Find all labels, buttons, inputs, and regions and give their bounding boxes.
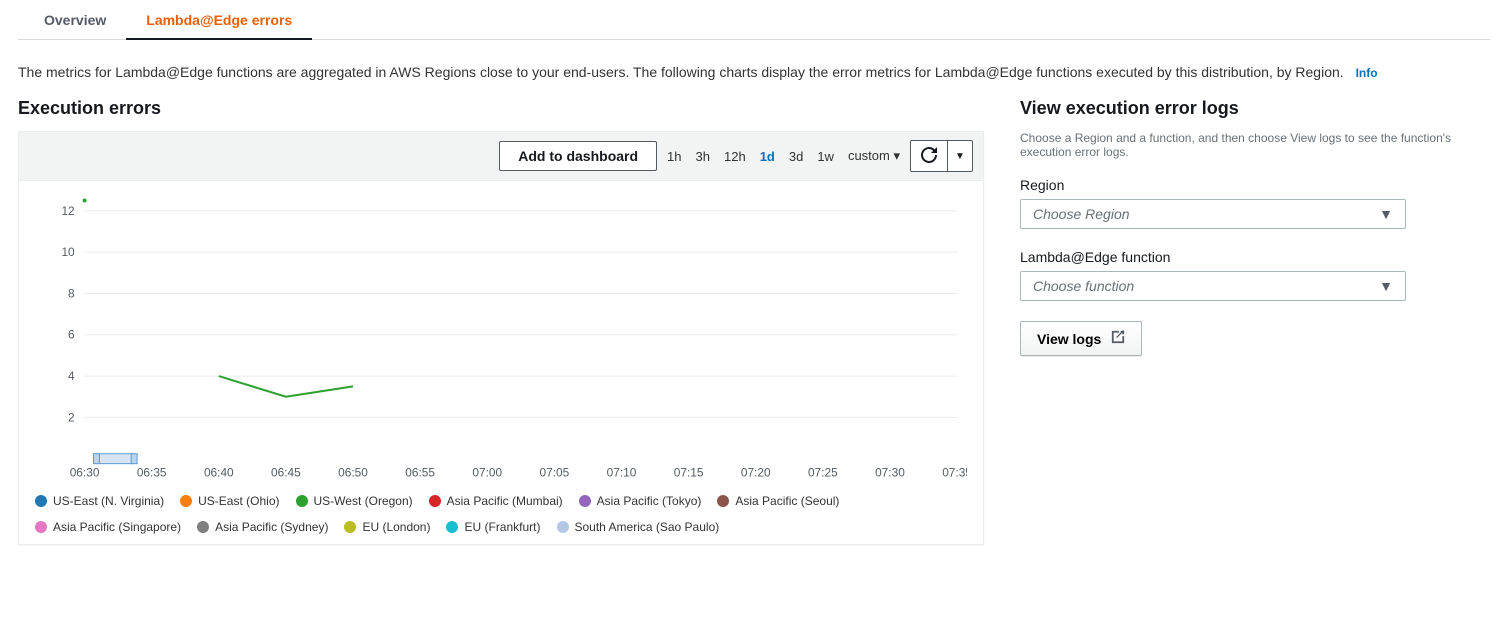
refresh-button[interactable] — [910, 140, 948, 172]
svg-text:4: 4 — [68, 369, 75, 383]
chart-legend: US-East (N. Virginia) US-East (Ohio) US-We… — [35, 494, 967, 534]
svg-text:07:25: 07:25 — [808, 466, 838, 480]
svg-text:8: 8 — [68, 286, 75, 300]
svg-text:06:45: 06:45 — [271, 466, 301, 480]
legend-label: EU (Frankfurt) — [464, 520, 540, 534]
legend-item[interactable]: US-West (Oregon) — [296, 494, 413, 508]
legend-label: US-East (N. Virginia) — [53, 494, 164, 508]
execution-errors-chart: 2 4 6 8 10 12 06:30 06:35 06:40 06:45 06:50 06:55 07… — [35, 191, 967, 488]
legend-label: South America (Sao Paulo) — [575, 520, 720, 534]
legend-item[interactable]: US-East (N. Virginia) — [35, 494, 164, 508]
legend-item[interactable]: US-East (Ohio) — [180, 494, 279, 508]
time-range-1h[interactable]: 1h — [667, 149, 681, 164]
time-range-1w[interactable]: 1w — [817, 149, 834, 164]
svg-text:07:15: 07:15 — [674, 466, 704, 480]
logs-title: View execution error logs — [1020, 98, 1490, 119]
svg-text:07:30: 07:30 — [875, 466, 905, 480]
legend-swatch — [35, 495, 47, 507]
legend-swatch — [717, 495, 729, 507]
region-label: Region — [1020, 177, 1490, 193]
chart-toolbar: Add to dashboard 1h 3h 12h 1d 3d 1w custom ▼ — [19, 132, 983, 181]
legend-swatch — [197, 521, 209, 533]
legend-item[interactable]: Asia Pacific (Sydney) — [197, 520, 328, 534]
time-range-3h[interactable]: 3h — [696, 149, 710, 164]
legend-swatch — [579, 495, 591, 507]
svg-text:07:05: 07:05 — [540, 466, 570, 480]
refresh-dropdown-button[interactable]: ▼ — [948, 140, 973, 172]
legend-label: Asia Pacific (Mumbai) — [447, 494, 563, 508]
legend-item[interactable]: Asia Pacific (Mumbai) — [429, 494, 563, 508]
svg-text:10: 10 — [61, 245, 75, 259]
svg-text:06:40: 06:40 — [204, 466, 234, 480]
legend-swatch — [296, 495, 308, 507]
legend-swatch — [35, 521, 47, 533]
svg-text:06:55: 06:55 — [405, 466, 435, 480]
legend-item[interactable]: Asia Pacific (Seoul) — [717, 494, 839, 508]
legend-swatch — [446, 521, 458, 533]
svg-text:6: 6 — [68, 328, 75, 342]
legend-swatch — [344, 521, 356, 533]
legend-item[interactable]: Asia Pacific (Singapore) — [35, 520, 181, 534]
svg-text:06:30: 06:30 — [70, 466, 100, 480]
view-logs-label: View logs — [1037, 331, 1101, 347]
region-select[interactable]: Choose Region ▼ — [1020, 199, 1406, 229]
view-logs-button[interactable]: View logs — [1020, 321, 1142, 356]
region-placeholder: Choose Region — [1033, 206, 1130, 222]
legend-item[interactable]: South America (Sao Paulo) — [557, 520, 720, 534]
chart-title: Execution errors — [18, 98, 984, 119]
function-label: Lambda@Edge function — [1020, 249, 1490, 265]
legend-label: EU (London) — [362, 520, 430, 534]
legend-item[interactable]: EU (London) — [344, 520, 430, 534]
time-range-custom[interactable]: custom — [848, 148, 900, 164]
tab-overview[interactable]: Overview — [24, 0, 126, 40]
svg-text:12: 12 — [61, 204, 74, 218]
svg-text:07:10: 07:10 — [607, 466, 637, 480]
legend-swatch — [180, 495, 192, 507]
legend-item[interactable]: Asia Pacific (Tokyo) — [579, 494, 702, 508]
caret-down-icon: ▼ — [1379, 206, 1393, 222]
intro-body: The metrics for Lambda@Edge functions ar… — [18, 64, 1344, 80]
tab-lambda-errors[interactable]: Lambda@Edge errors — [126, 0, 312, 40]
time-range-12h[interactable]: 12h — [724, 149, 746, 164]
svg-text:06:35: 06:35 — [137, 466, 167, 480]
function-select[interactable]: Choose function ▼ — [1020, 271, 1406, 301]
legend-swatch — [557, 521, 569, 533]
external-link-icon — [1111, 330, 1125, 347]
svg-text:07:00: 07:00 — [472, 466, 502, 480]
svg-text:2: 2 — [68, 410, 75, 424]
svg-text:07:35: 07:35 — [942, 466, 967, 480]
intro-text: The metrics for Lambda@Edge functions ar… — [18, 64, 1490, 80]
legend-label: Asia Pacific (Tokyo) — [597, 494, 702, 508]
function-placeholder: Choose function — [1033, 278, 1134, 294]
legend-label: Asia Pacific (Sydney) — [215, 520, 328, 534]
legend-label: Asia Pacific (Seoul) — [735, 494, 839, 508]
legend-item[interactable]: EU (Frankfurt) — [446, 520, 540, 534]
tabs: OverviewLambda@Edge errors — [18, 0, 1490, 40]
caret-down-icon: ▼ — [955, 151, 965, 162]
svg-text:07:20: 07:20 — [741, 466, 771, 480]
legend-label: US-West (Oregon) — [314, 494, 413, 508]
chart-panel: Add to dashboard 1h 3h 12h 1d 3d 1w custom ▼ — [18, 131, 984, 545]
time-range-group: 1h 3h 12h 1d 3d 1w custom — [667, 148, 900, 164]
logs-desc: Choose a Region and a function, and then… — [1020, 131, 1490, 159]
svg-text:06:50: 06:50 — [338, 466, 368, 480]
add-to-dashboard-button[interactable]: Add to dashboard — [499, 141, 657, 171]
legend-label: Asia Pacific (Singapore) — [53, 520, 181, 534]
legend-swatch — [429, 495, 441, 507]
refresh-icon — [921, 147, 937, 166]
time-range-3d[interactable]: 3d — [789, 149, 803, 164]
caret-down-icon: ▼ — [1379, 278, 1393, 294]
legend-label: US-East (Ohio) — [198, 494, 279, 508]
time-range-1d[interactable]: 1d — [760, 149, 775, 164]
info-link[interactable]: Info — [1356, 66, 1378, 80]
